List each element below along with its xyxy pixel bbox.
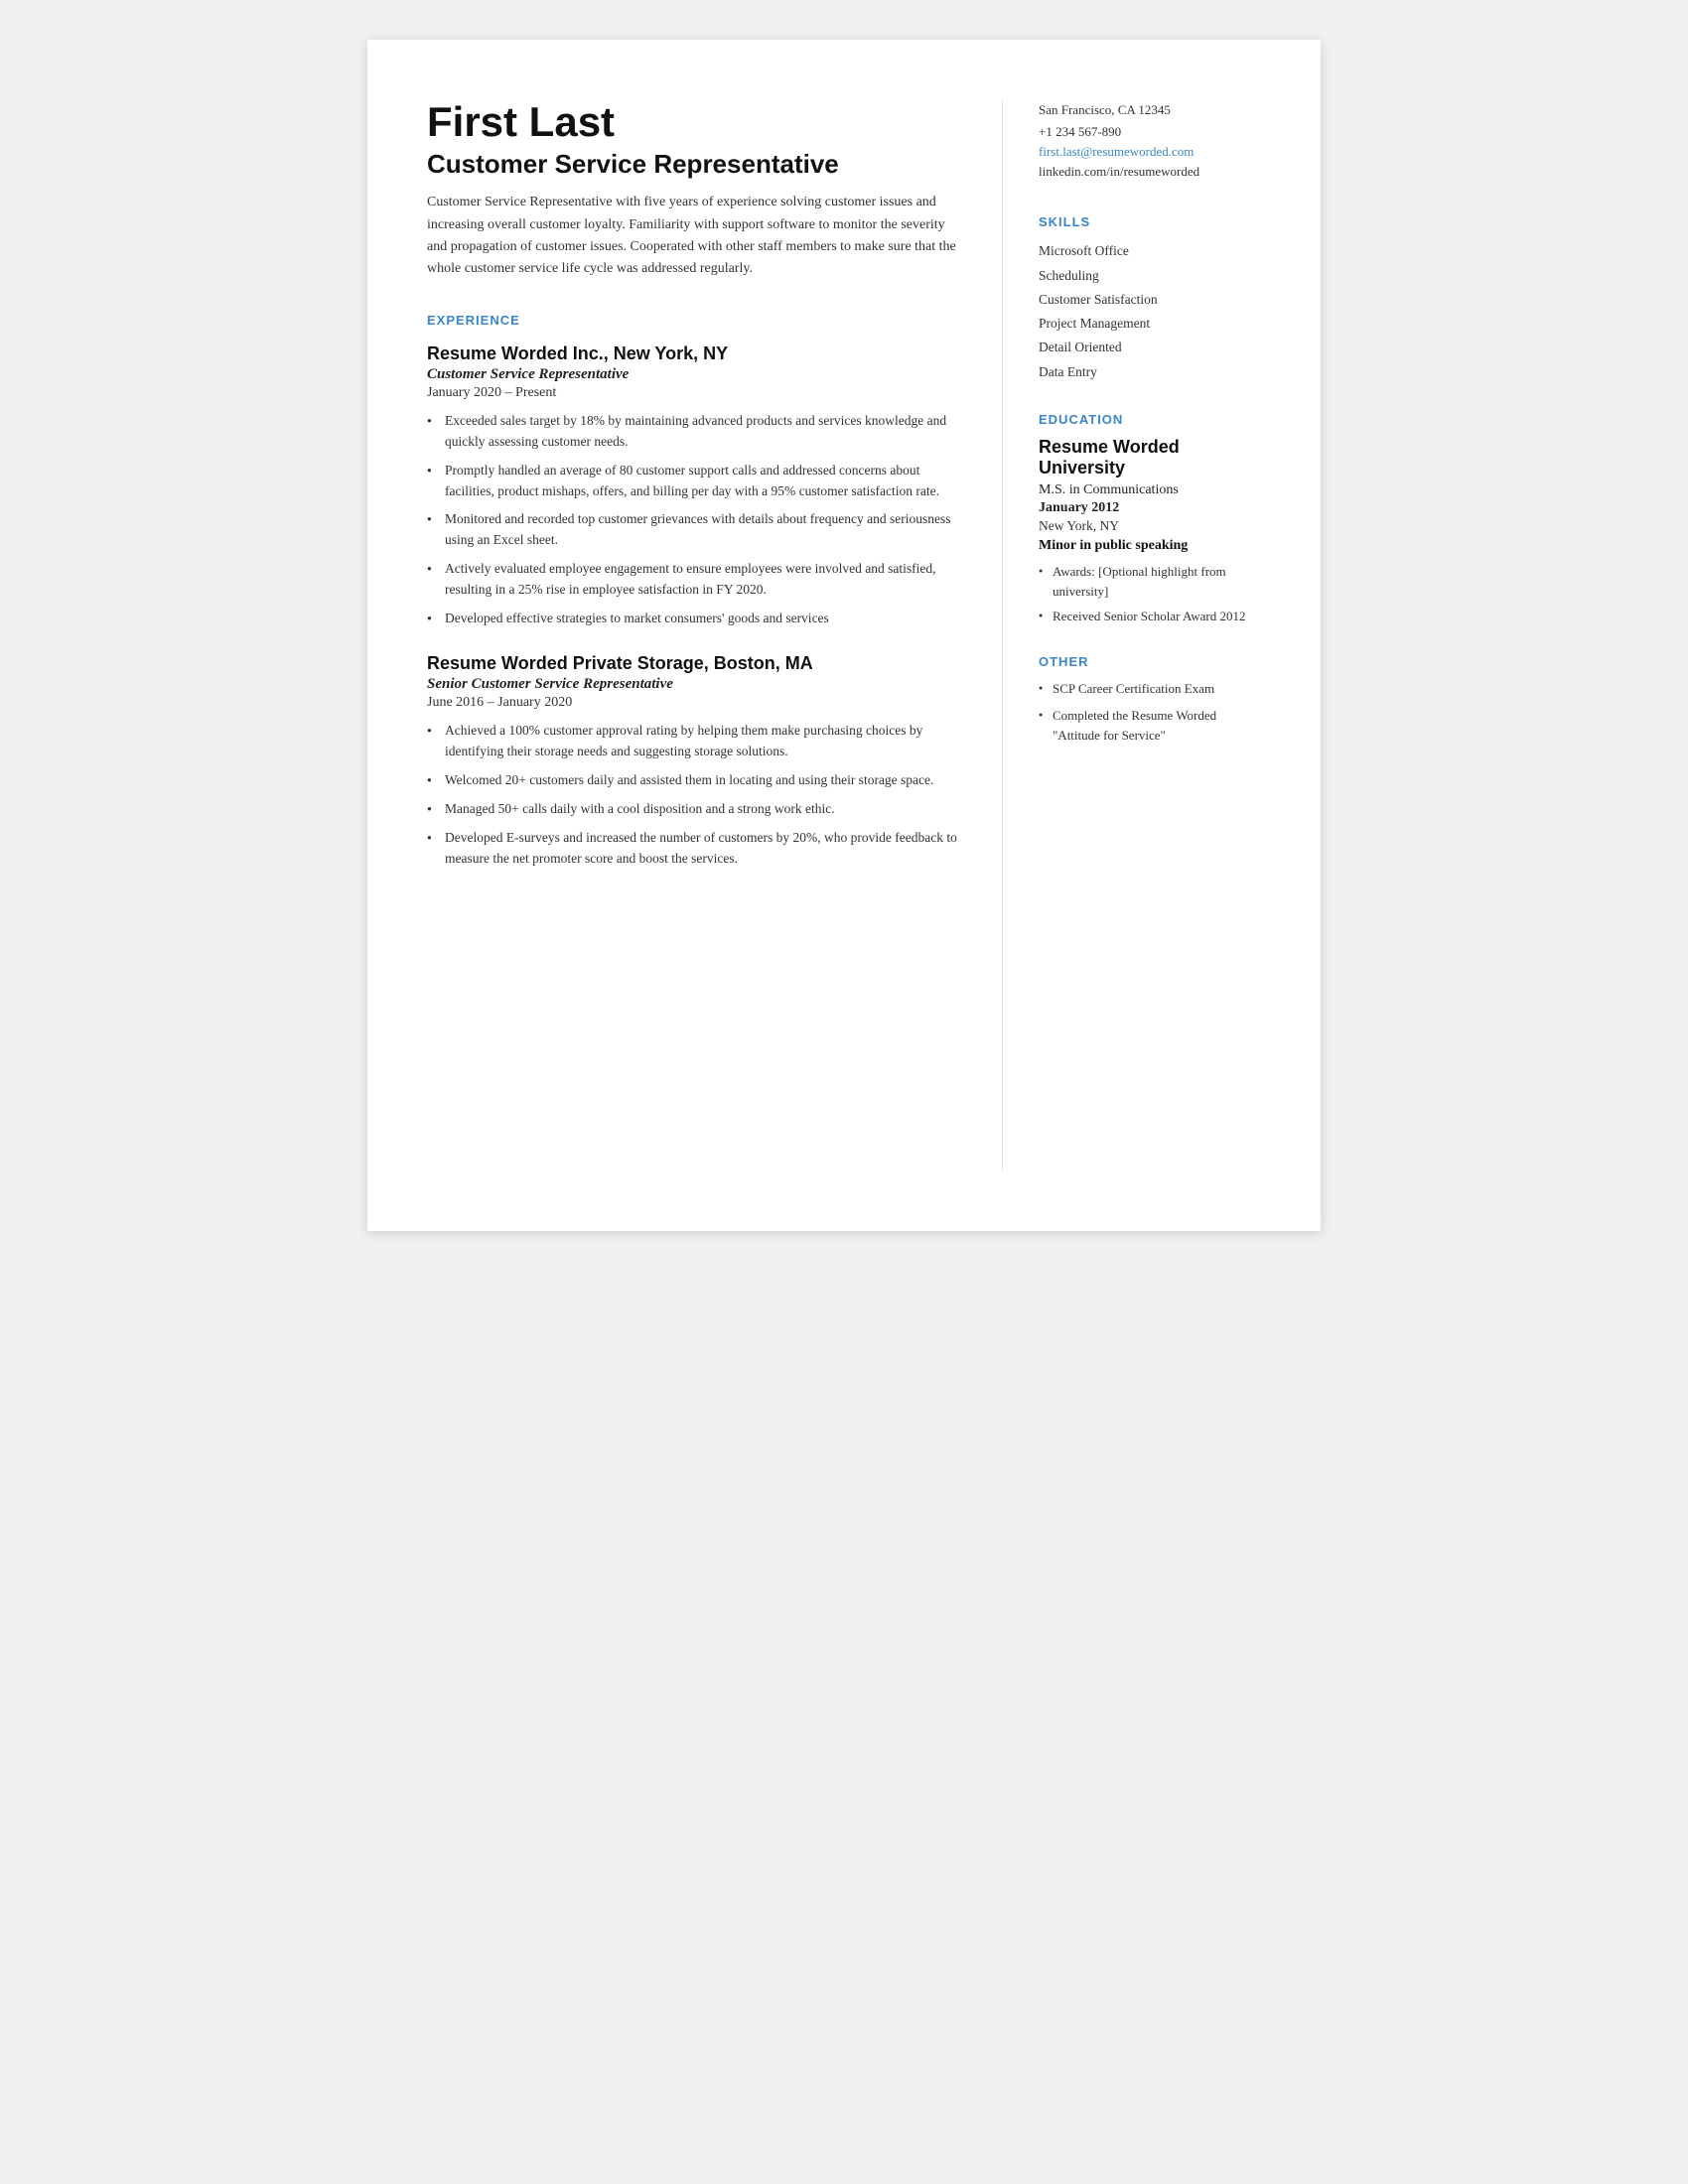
right-column: San Francisco, CA 12345 +1 234 567-890 f… [1003, 99, 1261, 1171]
role-2: Senior Customer Service Representative [427, 676, 962, 693]
skills-list: Microsoft Office Scheduling Customer Sat… [1039, 239, 1261, 384]
candidate-name: First Last [427, 99, 962, 145]
summary-text: Customer Service Representative with fiv… [427, 192, 962, 281]
contact-location: San Francisco, CA 12345 [1039, 99, 1261, 121]
skill-5: Detail Oriented [1039, 336, 1261, 359]
bullet-2-1: Achieved a 100% customer approval rating… [427, 721, 962, 762]
bullet-1-2: Promptly handled an average of 80 custom… [427, 461, 962, 502]
skill-2: Scheduling [1039, 264, 1261, 288]
other-item-1: SCP Career Certification Exam [1039, 679, 1261, 699]
edu-bullets: Awards: [Optional highlight from univers… [1039, 562, 1261, 626]
company-1: Resume Worded Inc., New York, NY [427, 343, 962, 364]
edu-minor: Minor in public speaking [1039, 538, 1261, 554]
edu-location: New York, NY [1039, 518, 1261, 534]
other-item-2: Completed the Resume Worded "Attitude fo… [1039, 706, 1261, 745]
experience-block-2: Resume Worded Private Storage, Boston, M… [427, 653, 962, 870]
skill-4: Project Management [1039, 312, 1261, 336]
bullets-1: Exceeded sales target by 18% by maintain… [427, 411, 962, 629]
experience-section-label: EXPERIENCE [427, 313, 962, 328]
dates-1: January 2020 – Present [427, 385, 962, 401]
skill-6: Data Entry [1039, 360, 1261, 384]
skills-section-label: SKILLS [1039, 214, 1261, 229]
bullets-2: Achieved a 100% customer approval rating… [427, 721, 962, 870]
contact-email[interactable]: first.last@resumeworded.com [1039, 144, 1194, 159]
bullet-2-4: Developed E-surveys and increased the nu… [427, 828, 962, 870]
contact-block: San Francisco, CA 12345 +1 234 567-890 f… [1039, 99, 1261, 183]
role-1: Customer Service Representative [427, 366, 962, 383]
company-2: Resume Worded Private Storage, Boston, M… [427, 653, 962, 674]
contact-phone: +1 234 567-890 [1039, 121, 1261, 143]
edu-bullet-1: Awards: [Optional highlight from univers… [1039, 562, 1261, 601]
resume-page: First Last Customer Service Representati… [367, 40, 1321, 1231]
other-section-label: OTHER [1039, 654, 1261, 669]
experience-block-1: Resume Worded Inc., New York, NY Custome… [427, 343, 962, 629]
other-list: SCP Career Certification Exam Completed … [1039, 679, 1261, 746]
edu-bullet-2: Received Senior Scholar Award 2012 [1039, 607, 1261, 626]
dates-2: June 2016 – January 2020 [427, 695, 962, 711]
bullet-1-4: Actively evaluated employee engagement t… [427, 559, 962, 601]
job-title: Customer Service Representative [427, 149, 962, 180]
edu-degree: M.S. in Communications [1039, 482, 1261, 498]
skill-3: Customer Satisfaction [1039, 288, 1261, 312]
bullet-1-5: Developed effective strategies to market… [427, 609, 962, 629]
contact-linkedin: linkedin.com/in/resumeworded [1039, 161, 1261, 183]
bullet-2-2: Welcomed 20+ customers daily and assiste… [427, 770, 962, 791]
skill-1: Microsoft Office [1039, 239, 1261, 263]
edu-university: Resume Worded University [1039, 437, 1261, 478]
education-section-label: EDUCATION [1039, 412, 1261, 427]
bullet-2-3: Managed 50+ calls daily with a cool disp… [427, 799, 962, 820]
left-column: First Last Customer Service Representati… [427, 99, 1003, 1171]
bullet-1-3: Monitored and recorded top customer grie… [427, 509, 962, 551]
bullet-1-1: Exceeded sales target by 18% by maintain… [427, 411, 962, 453]
edu-date: January 2012 [1039, 500, 1261, 516]
education-block: Resume Worded University M.S. in Communi… [1039, 437, 1261, 626]
